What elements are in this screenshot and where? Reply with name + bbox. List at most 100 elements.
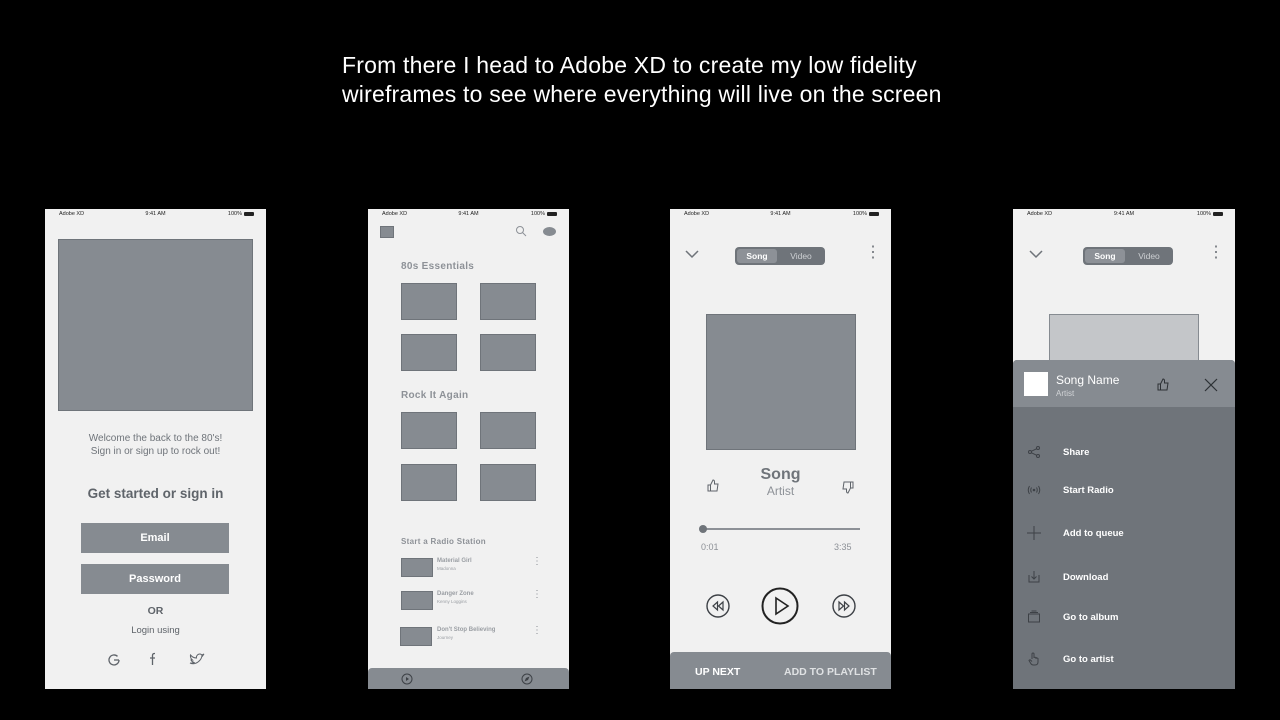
menu-item-label: Go to artist [1063, 654, 1114, 665]
album-tile[interactable] [401, 283, 457, 320]
slide-title: From there I head to Adobe XD to create … [342, 51, 1102, 109]
menu-item-add-to-queue[interactable]: Add to queue [1013, 523, 1235, 543]
more-vertical-icon[interactable]: ⋮ [532, 590, 542, 600]
song-options-screen: Adobe XD 9:41 AM 100% Song Video ⋮ Song … [1013, 209, 1235, 689]
welcome-line-2: Sign in or sign up to rock out! [90, 446, 221, 457]
battery-label: 100% [228, 211, 254, 217]
list-item[interactable]: Don't Stop Believing Journey ⋮ [368, 625, 569, 647]
toggle-song[interactable]: Song [737, 249, 777, 263]
add-to-playlist-tab[interactable]: ADD TO PLAYLIST [784, 666, 877, 678]
thumbs-down-icon[interactable] [842, 481, 854, 494]
email-button[interactable]: Email [81, 523, 229, 553]
options-sheet: Song Name Artist Share Start Radio Add t… [1013, 360, 1235, 689]
album-tile[interactable] [480, 464, 536, 501]
menu-item-go-to-artist[interactable]: Go to artist [1013, 649, 1235, 669]
battery-label: 100% [1197, 211, 1223, 217]
hero-image-placeholder [58, 239, 253, 411]
get-started-heading: Get started or sign in [87, 486, 224, 501]
song-artist: Artist [1056, 389, 1075, 398]
album-tile[interactable] [401, 412, 457, 449]
station-thumbnail [401, 558, 433, 577]
sheet-header: Song Name Artist [1013, 360, 1235, 407]
bottom-action-bar: UP NEXT ADD TO PLAYLIST [670, 652, 891, 689]
album-tile[interactable] [480, 283, 536, 320]
chevron-down-icon[interactable] [685, 250, 699, 259]
rewind-icon[interactable] [706, 594, 730, 618]
album-art-placeholder [706, 314, 856, 450]
status-bar: Adobe XD 9:41 AM 100% [45, 209, 266, 221]
station-thumbnail [400, 627, 432, 646]
play-icon[interactable] [761, 587, 799, 625]
close-icon[interactable] [1204, 378, 1218, 392]
progress-handle[interactable] [699, 525, 707, 533]
download-icon [1027, 570, 1041, 584]
fast-forward-icon[interactable] [832, 594, 856, 618]
station-artist: Madonna [437, 566, 456, 571]
song-video-toggle[interactable]: Song Video [1083, 247, 1173, 265]
browse-screen: Adobe XD 9:41 AM 100% 80s Essentials Roc… [368, 209, 569, 689]
battery-label: 100% [853, 211, 879, 217]
album-tile[interactable] [480, 334, 536, 371]
plus-icon [1027, 526, 1041, 540]
more-vertical-icon[interactable]: ⋮ [532, 626, 542, 636]
song-thumbnail [1024, 372, 1048, 396]
chevron-down-icon[interactable] [1029, 250, 1043, 259]
google-icon[interactable] [107, 653, 121, 667]
hand-pointer-icon [1027, 652, 1041, 666]
radio-icon [1027, 483, 1041, 497]
album-tile[interactable] [401, 334, 457, 371]
menu-item-label: Start Radio [1063, 485, 1114, 496]
password-button[interactable]: Password [81, 564, 229, 594]
station-artist: Kenny Loggins [437, 599, 467, 604]
list-item[interactable]: Material Girl Madonna ⋮ [368, 556, 569, 578]
menu-item-label: Share [1063, 447, 1090, 458]
album-tile[interactable] [401, 464, 457, 501]
slide-title-line-1: From there I head to Adobe XD to create … [342, 52, 917, 78]
menu-icon[interactable] [380, 226, 394, 238]
up-next-tab[interactable]: UP NEXT [695, 666, 740, 678]
menu-item-download[interactable]: Download [1013, 567, 1235, 587]
toggle-video[interactable]: Video [779, 249, 823, 263]
toggle-video[interactable]: Video [1127, 249, 1171, 263]
compass-icon[interactable] [521, 673, 533, 685]
section-start-radio: Start a Radio Station [401, 537, 486, 546]
progress-track[interactable] [703, 528, 860, 530]
album-tile[interactable] [480, 412, 536, 449]
song-name: Song Name [1056, 373, 1120, 387]
section-80s-essentials: 80s Essentials [401, 261, 475, 272]
player-screen: Adobe XD 9:41 AM 100% Song Video ⋮ Song … [670, 209, 891, 689]
welcome-text: Welcome the back to the 80's! Sign in or… [45, 432, 266, 458]
more-vertical-icon[interactable]: ⋮ [532, 557, 542, 567]
login-using-text: Login using [131, 625, 180, 636]
slide-title-line-2: wireframes to see where everything will … [342, 81, 942, 107]
status-bar: Adobe XD 9:41 AM 100% [670, 209, 891, 221]
station-title: Material Girl [437, 558, 472, 564]
search-icon[interactable] [515, 225, 527, 237]
avatar[interactable] [543, 227, 556, 236]
twitter-icon[interactable] [189, 653, 205, 666]
more-vertical-icon[interactable]: ⋮ [1208, 245, 1224, 261]
list-item[interactable]: Danger Zone Kenny Loggins ⋮ [368, 589, 569, 611]
toggle-song[interactable]: Song [1085, 249, 1125, 263]
station-artist: Journey [437, 635, 454, 640]
login-screen: Adobe XD 9:41 AM 100% Welcome the back t… [45, 209, 266, 689]
song-video-toggle[interactable]: Song Video [735, 247, 825, 265]
station-title: Don't Stop Believing [437, 627, 496, 633]
album-icon [1027, 610, 1041, 624]
song-title: Song [760, 466, 801, 483]
total-time: 3:35 [834, 542, 852, 552]
artist-name: Artist [766, 484, 795, 498]
battery-label: 100% [531, 211, 557, 217]
share-icon [1027, 445, 1041, 459]
menu-item-share[interactable]: Share [1013, 442, 1235, 462]
play-circle-icon[interactable] [401, 673, 413, 685]
menu-item-go-to-album[interactable]: Go to album [1013, 607, 1235, 627]
menu-item-label: Add to queue [1063, 528, 1124, 539]
more-vertical-icon[interactable]: ⋮ [865, 245, 881, 261]
menu-item-start-radio[interactable]: Start Radio [1013, 480, 1235, 500]
welcome-line-1: Welcome the back to the 80's! [88, 433, 223, 444]
thumbs-up-icon[interactable] [1157, 378, 1169, 391]
facebook-icon[interactable] [145, 651, 157, 666]
menu-item-label: Go to album [1063, 612, 1119, 623]
bottom-nav-bar [368, 668, 569, 689]
